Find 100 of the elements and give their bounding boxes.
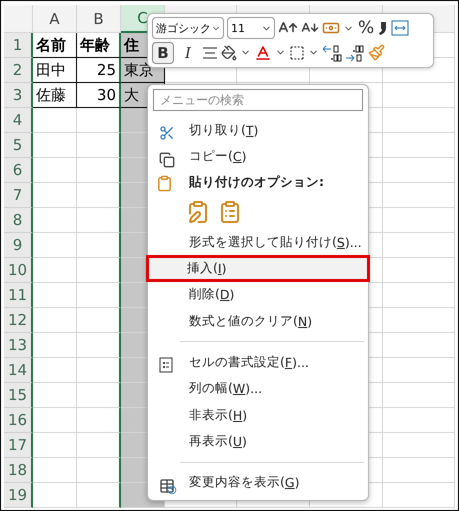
table-cell [77,408,121,433]
menu-item[interactable]: 変更内容を表示(G) [148,470,368,496]
row-header[interactable]: 16 [4,408,33,433]
menu-item[interactable]: 切り取り(T) [148,117,368,144]
row-header[interactable]: 6 [4,158,33,183]
row-header[interactable]: 18 [4,458,33,483]
table-cell [33,433,77,458]
table-cell: 名前 [33,33,77,58]
table-cell [383,258,455,283]
table-cell [383,333,455,358]
table-cell [77,158,121,183]
table-cell [383,158,455,183]
row-header[interactable]: 17 [4,433,33,458]
table-cell [77,333,121,358]
italic-button[interactable]: I [177,42,199,64]
menu-item[interactable]: 非表示(H) [148,402,368,428]
table-cell [383,133,455,158]
paste-formatting-icon[interactable] [186,200,210,224]
table-cell [383,433,455,458]
comma-style-icon[interactable] [378,20,388,36]
fill-color-icon[interactable] [221,44,237,61]
menu-item[interactable]: 削除(D) [148,282,368,308]
table-history-icon [159,478,177,495]
row-header[interactable]: 12 [4,308,33,333]
table-cell: 25 [77,58,121,83]
table-cell [77,308,121,333]
table-cell [33,458,77,483]
percent-button[interactable]: % [357,17,376,40]
menu-item[interactable]: セルの書式設定(F)... [148,349,368,376]
table-cell [77,108,121,133]
font-color-icon[interactable] [254,44,272,62]
table-cell [77,358,121,383]
scissors-icon [159,125,175,142]
row-header[interactable]: 10 [4,258,33,283]
paste-icon[interactable] [218,200,242,224]
table-cell [33,408,77,433]
row-header[interactable]: 15 [4,383,33,408]
table-cell [77,233,121,258]
font-name-dropdown[interactable]: 游ゴシック [152,17,224,40]
format-cells-icon [159,357,173,374]
table-cell [383,308,455,333]
table-cell [383,483,455,508]
search-field[interactable]: メニューの検索 [153,89,363,112]
copy-icon [159,152,175,168]
table-cell: 田中 [33,58,77,83]
font-size-dropdown[interactable]: 11 [227,17,275,40]
menu-item[interactable]: 再表示(U) [148,428,368,455]
table-cell [33,133,77,158]
decrease-decimal-icon[interactable] [345,44,365,62]
row-header[interactable]: 7 [4,183,33,208]
row-header[interactable]: 2 [4,58,33,83]
row-header[interactable]: 4 [4,108,33,133]
menu-heading: 貼り付けのオプション: [148,170,368,196]
table-cell [77,258,121,283]
table-cell [383,183,455,208]
table-cell [383,358,455,383]
bold-button[interactable]: B [152,42,174,64]
borders-icon[interactable] [289,44,305,61]
row-header[interactable]: 11 [4,283,33,308]
menu-item[interactable]: 数式と値のクリア(N) [148,308,368,334]
table-cell [77,283,121,308]
menu-item[interactable]: 挿入(I) [146,255,370,282]
table-cell [33,283,77,308]
table-cell [77,433,121,458]
table-cell [383,383,455,408]
menu-item[interactable]: コピー(C) [148,144,368,170]
table-cell [33,158,77,183]
row-header[interactable]: 13 [4,333,33,358]
table-cell [33,183,77,208]
increase-decimal-icon[interactable] [322,44,342,62]
table-cell [33,333,77,358]
table-cell [77,383,121,408]
column-header[interactable]: B [77,5,121,33]
table-cell [77,458,121,483]
menu-item[interactable]: 形式を選択して貼り付け(S)... [148,229,368,256]
table-cell [33,258,77,283]
row-header[interactable]: 19 [4,483,33,508]
wrap-icon[interactable] [391,19,410,38]
column-header[interactable]: A [33,5,77,33]
row-header[interactable]: 3 [4,83,33,108]
align-center-icon[interactable] [202,46,218,60]
table-cell: 30 [77,83,121,108]
table-cell [77,133,121,158]
row-header[interactable]: 14 [4,358,33,383]
table-cell [77,183,121,208]
row-header[interactable]: 8 [4,208,33,233]
row-header[interactable]: 1 [4,33,33,58]
table-cell [383,233,455,258]
table-cell [383,283,455,308]
menu-item[interactable]: 列の幅(W)... [148,376,368,402]
table-cell [383,108,455,133]
format-painter-icon[interactable] [368,44,385,62]
row-header[interactable]: 5 [4,133,33,158]
row-header[interactable]: 9 [4,233,33,258]
table-cell [33,483,77,508]
table-cell [383,208,455,233]
table-cell [383,408,455,433]
table-cell [33,208,77,233]
table-cell [33,108,77,133]
table-cell [33,308,77,333]
